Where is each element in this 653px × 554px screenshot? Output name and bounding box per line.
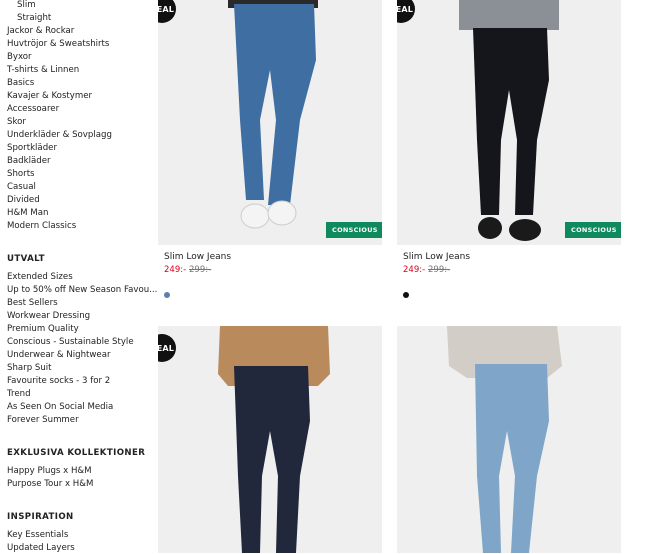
sidebar-item-basics[interactable]: Basics: [7, 78, 34, 89]
product-image[interactable]: DEAL CONSCIOUS: [158, 0, 382, 245]
utvalt-item-forever-summer[interactable]: Forever Summer: [7, 415, 79, 426]
sidebar-item-hm-man[interactable]: H&M Man: [7, 208, 48, 219]
product-name[interactable]: Slim Low Jeans: [164, 252, 231, 262]
utvalt-item-premium-quality[interactable]: Premium Quality: [7, 324, 79, 335]
product-name[interactable]: Slim Low Jeans: [403, 252, 470, 262]
sidebar-item-huvtrojor[interactable]: Huvtröjor & Sweatshirts: [7, 39, 109, 50]
exklusiva-item-happy-plugs[interactable]: Happy Plugs x H&M: [7, 466, 92, 477]
sidebar-item-jackor-rockar[interactable]: Jackor & Rockar: [7, 26, 74, 37]
utvalt-heading: UTVALT: [7, 254, 45, 264]
product-image[interactable]: DEAL CONSCIOUS: [397, 0, 621, 245]
sidebar-item-divided[interactable]: Divided: [7, 195, 40, 206]
sidebar-item-accessoarer[interactable]: Accessoarer: [7, 104, 59, 115]
exklusiva-item-purpose-tour[interactable]: Purpose Tour x H&M: [7, 479, 93, 490]
product-image[interactable]: [397, 326, 621, 553]
jeans-model-photo: [158, 0, 382, 245]
product-image[interactable]: DEAL: [158, 326, 382, 553]
utvalt-item-extended-sizes[interactable]: Extended Sizes: [7, 272, 73, 283]
inspiration-item-updated-layers[interactable]: Updated Layers: [7, 543, 75, 554]
jeans-model-photo: [158, 326, 382, 553]
sidebar-item-skor[interactable]: Skor: [7, 117, 26, 128]
inspiration-heading: INSPIRATION: [7, 512, 74, 522]
color-swatch[interactable]: [164, 292, 170, 298]
original-price: 299:-: [428, 265, 451, 275]
color-swatch[interactable]: [403, 292, 409, 298]
utvalt-item-conscious[interactable]: Conscious - Sustainable Style: [7, 337, 134, 348]
utvalt-item-workwear-dressing[interactable]: Workwear Dressing: [7, 311, 90, 322]
jeans-model-photo: [397, 326, 621, 553]
conscious-badge: CONSCIOUS: [326, 222, 382, 238]
exklusiva-heading: EXKLUSIVA KOLLEKTIONER: [7, 448, 146, 458]
sidebar-item-sportklader[interactable]: Sportkläder: [7, 143, 57, 154]
sidebar-item-byxor[interactable]: Byxor: [7, 52, 32, 63]
sale-price: 249:-: [164, 265, 187, 275]
sidebar-item-modern-classics[interactable]: Modern Classics: [7, 221, 76, 232]
sidebar-item-kavajer-kostymer[interactable]: Kavajer & Kostymer: [7, 91, 92, 102]
sale-price: 249:-: [403, 265, 426, 275]
sidebar-item-badklader[interactable]: Badkläder: [7, 156, 51, 167]
inspiration-item-key-essentials[interactable]: Key Essentials: [7, 530, 68, 541]
sidebar-item-slim[interactable]: Slim: [17, 0, 36, 11]
utvalt-item-social-media[interactable]: As Seen On Social Media: [7, 402, 113, 413]
utvalt-item-trend[interactable]: Trend: [7, 389, 31, 400]
utvalt-item-best-sellers[interactable]: Best Sellers: [7, 298, 58, 309]
sidebar-item-underklader[interactable]: Underkläder & Sovplagg: [7, 130, 112, 141]
jeans-model-photo: [397, 0, 621, 245]
utvalt-item-sharp-suit[interactable]: Sharp Suit: [7, 363, 52, 374]
utvalt-item-underwear[interactable]: Underwear & Nightwear: [7, 350, 111, 361]
sidebar-item-tshirts-linnen[interactable]: T-shirts & Linnen: [7, 65, 79, 76]
sidebar-item-casual[interactable]: Casual: [7, 182, 36, 193]
utvalt-item-favourite-socks[interactable]: Favourite socks - 3 for 2: [7, 376, 110, 387]
conscious-badge: CONSCIOUS: [565, 222, 621, 238]
sidebar-item-straight[interactable]: Straight: [17, 13, 51, 24]
original-price: 299:-: [189, 265, 212, 275]
sidebar-item-shorts[interactable]: Shorts: [7, 169, 35, 180]
utvalt-item-up-to-50-off[interactable]: Up to 50% off New Season Favou...: [7, 285, 157, 296]
